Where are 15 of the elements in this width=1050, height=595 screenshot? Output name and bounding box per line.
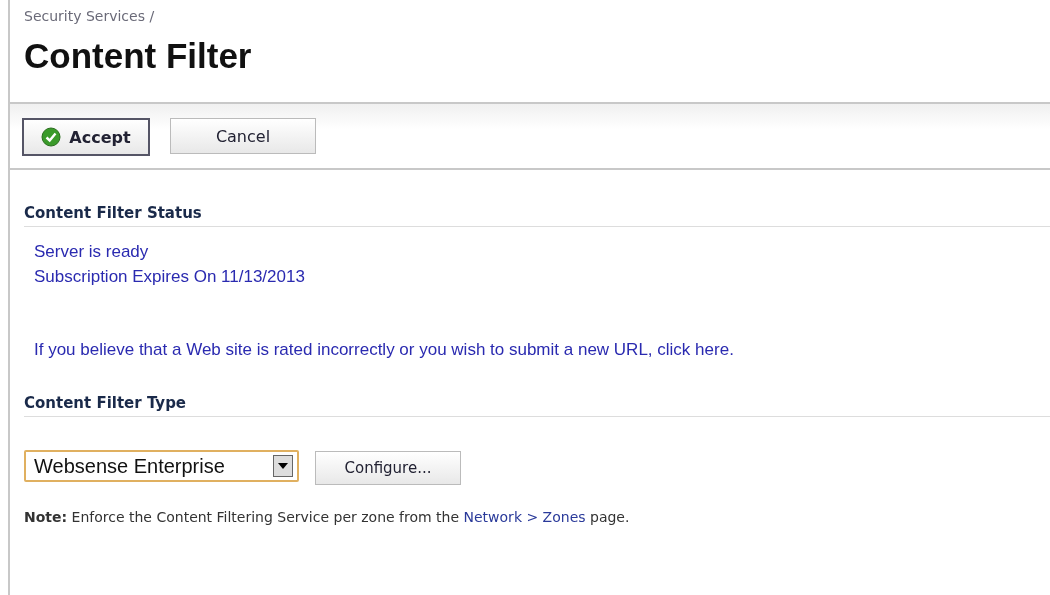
- configure-button[interactable]: Configure...: [315, 451, 461, 485]
- page-title: Content Filter: [24, 36, 253, 76]
- click-here-link[interactable]: click here: [657, 340, 730, 359]
- breadcrumb[interactable]: Security Services /: [24, 8, 1050, 24]
- network-zones-link[interactable]: Network > Zones: [463, 509, 586, 525]
- filter-type-dropdown[interactable]: Websense Enterprise: [24, 450, 299, 482]
- status-text: Server is ready: [34, 241, 150, 263]
- section-heading: Content Filter Type: [24, 394, 1050, 417]
- check-icon: [41, 127, 62, 147]
- status-text: Subscription Expires On 11/13/2013: [34, 266, 306, 288]
- note-text: Note: Enforce the Content Filtering Service per zone from the Network > Zones page.: [24, 509, 631, 525]
- notice-text: If you believe that a Web site is rated incorrectly or you wish to submit a new URL, click here.: [34, 340, 735, 360]
- accept-button[interactable]: Accept: [22, 118, 150, 156]
- section-heading: Content Filter Status: [24, 204, 1050, 227]
- cancel-button[interactable]: Cancel: [170, 118, 316, 154]
